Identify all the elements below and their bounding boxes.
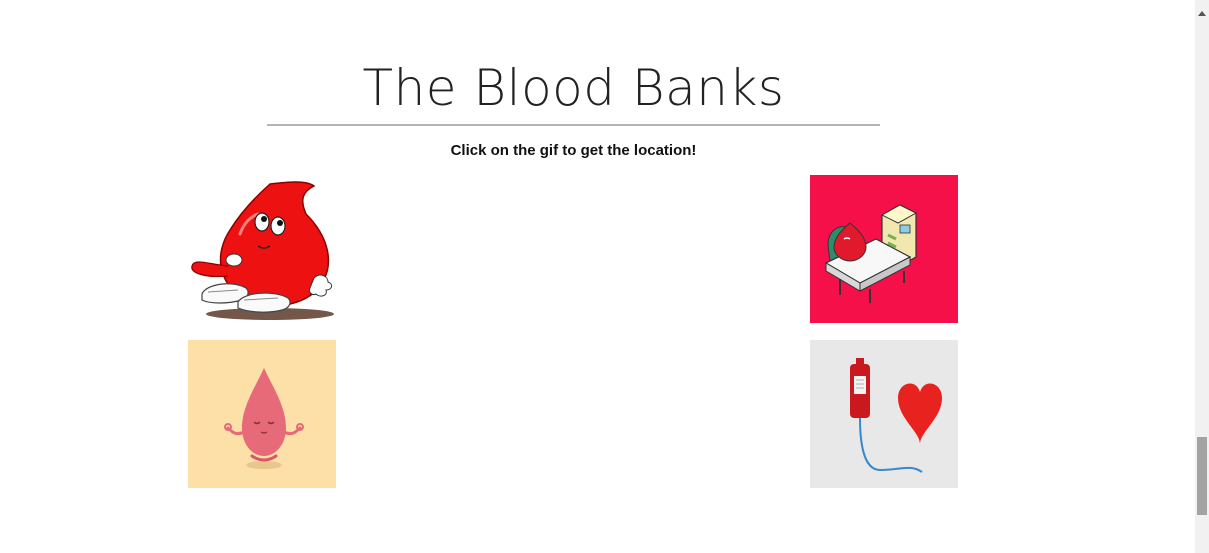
instruction-text: Click on the gif to get the location! <box>450 142 697 159</box>
blood-drop-thinking-image <box>191 181 334 320</box>
meditating-blood-drop-image <box>188 340 336 488</box>
gif-link-meditating-blood-drop[interactable] <box>188 340 336 488</box>
blood-bag-heart-image <box>810 340 958 488</box>
scrollbar-thumb[interactable] <box>1197 437 1207 515</box>
gif-link-blood-drop-thinking[interactable] <box>188 174 336 322</box>
scroll-up-arrow-icon[interactable] <box>1198 11 1206 16</box>
gif-link-blood-bag-heart[interactable] <box>810 340 958 488</box>
blood-donation-bed-image <box>810 175 958 323</box>
gif-link-blood-donation-bed[interactable] <box>810 175 958 323</box>
title-divider <box>267 124 880 126</box>
page-title: The Blood Banks <box>362 59 785 117</box>
page: The Blood Banks Click on the gif to get … <box>0 0 1209 553</box>
vertical-scrollbar[interactable] <box>1195 0 1209 553</box>
